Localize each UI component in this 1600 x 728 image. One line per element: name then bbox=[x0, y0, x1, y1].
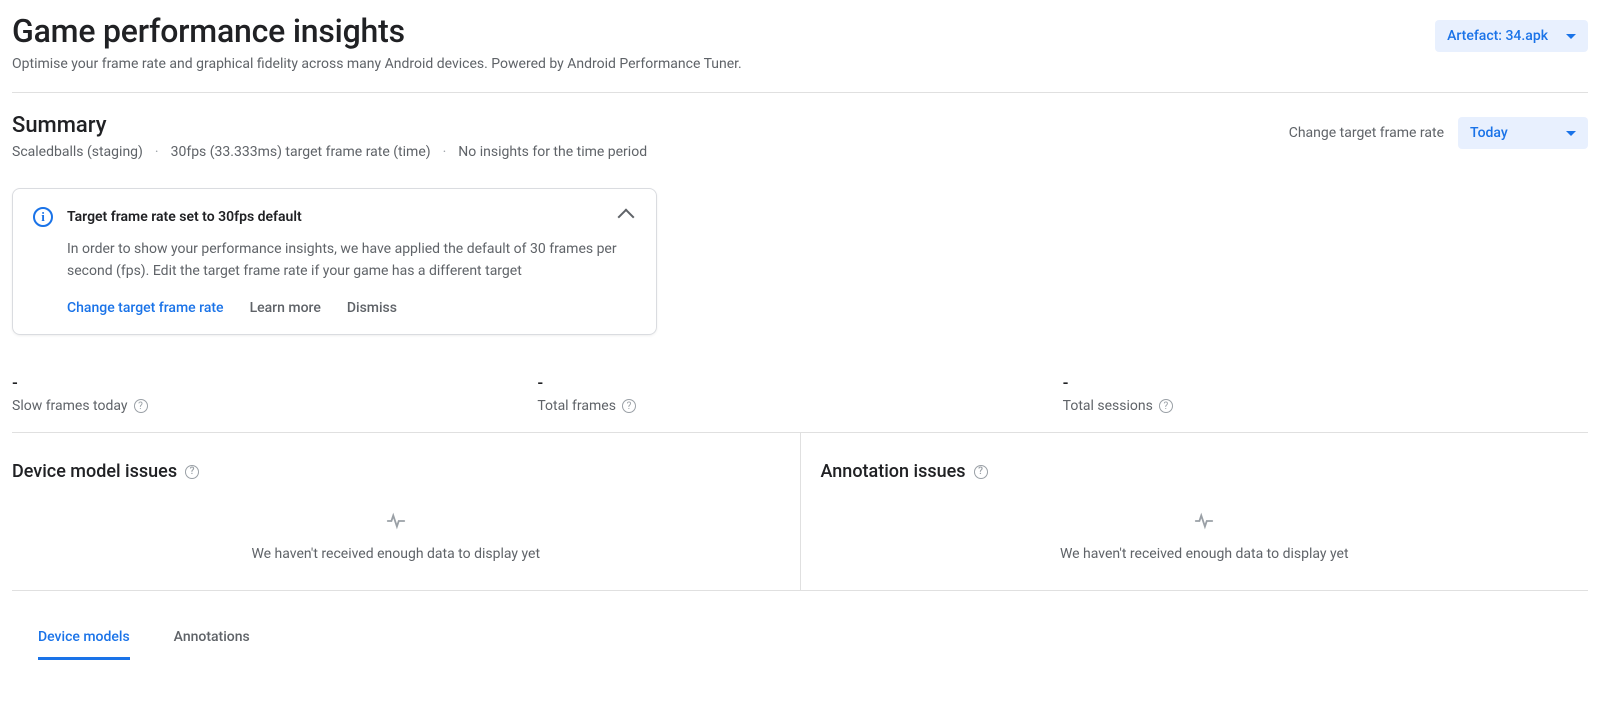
dismiss-button[interactable]: Dismiss bbox=[347, 300, 397, 316]
summary-status: No insights for the time period bbox=[458, 144, 647, 160]
change-frame-rate-button[interactable]: Change target frame rate bbox=[67, 300, 224, 316]
stat-value: - bbox=[12, 373, 537, 392]
info-card-title: Target frame rate set to 30fps default bbox=[67, 209, 606, 225]
help-icon[interactable]: ? bbox=[622, 399, 636, 413]
empty-message: We haven't received enough data to displ… bbox=[821, 546, 1589, 562]
artefact-selector[interactable]: Artefact: 34.apk bbox=[1435, 20, 1588, 52]
help-icon[interactable]: ? bbox=[1159, 399, 1173, 413]
change-frame-rate-label: Change target frame rate bbox=[1289, 125, 1444, 141]
info-icon: i bbox=[33, 207, 53, 227]
help-icon[interactable]: ? bbox=[134, 399, 148, 413]
period-selector[interactable]: Today bbox=[1458, 117, 1588, 149]
empty-message: We haven't received enough data to displ… bbox=[12, 546, 780, 562]
tab-device-models[interactable]: Device models bbox=[38, 619, 130, 660]
separator: · bbox=[155, 144, 159, 160]
issues-row: Device model issues ? We haven't receive… bbox=[12, 433, 1588, 591]
stat-value: - bbox=[1063, 373, 1588, 392]
summary-meta: Scaledballs (staging) · 30fps (33.333ms)… bbox=[12, 144, 647, 160]
issue-title: Device model issues bbox=[12, 461, 177, 482]
help-icon[interactable]: ? bbox=[974, 465, 988, 479]
stat-slow-frames: - Slow frames today ? bbox=[12, 373, 537, 414]
summary-project: Scaledballs (staging) bbox=[12, 144, 143, 160]
summary-title: Summary bbox=[12, 113, 647, 138]
device-model-issues: Device model issues ? We haven't receive… bbox=[12, 433, 801, 590]
stat-value: - bbox=[537, 373, 1062, 392]
caret-down-icon bbox=[1566, 34, 1576, 39]
pulse-icon bbox=[385, 510, 407, 536]
stat-label: Slow frames today bbox=[12, 398, 128, 414]
separator: · bbox=[443, 144, 447, 160]
collapse-toggle[interactable] bbox=[618, 209, 635, 226]
issue-title: Annotation issues bbox=[821, 461, 966, 482]
summary-header: Summary Scaledballs (staging) · 30fps (3… bbox=[12, 113, 1588, 160]
pulse-icon bbox=[1193, 510, 1215, 536]
info-card-body: In order to show your performance insigh… bbox=[67, 239, 636, 282]
caret-down-icon bbox=[1566, 131, 1576, 136]
stat-total-sessions: - Total sessions ? bbox=[1063, 373, 1588, 414]
page-header: Game performance insights Optimise your … bbox=[12, 12, 1588, 93]
info-card: i Target frame rate set to 30fps default… bbox=[12, 188, 657, 335]
help-icon[interactable]: ? bbox=[185, 465, 199, 479]
tab-annotations[interactable]: Annotations bbox=[174, 619, 250, 660]
stats-row: - Slow frames today ? - Total frames ? -… bbox=[12, 373, 1588, 433]
stat-total-frames: - Total frames ? bbox=[537, 373, 1062, 414]
stat-label: Total sessions bbox=[1063, 398, 1153, 414]
stat-label: Total frames bbox=[537, 398, 616, 414]
learn-more-button[interactable]: Learn more bbox=[250, 300, 321, 316]
annotation-issues: Annotation issues ? We haven't received … bbox=[801, 433, 1589, 590]
summary-target-fps: 30fps (33.333ms) target frame rate (time… bbox=[171, 144, 431, 160]
page-subtitle: Optimise your frame rate and graphical f… bbox=[12, 56, 742, 72]
page-title: Game performance insights bbox=[12, 12, 742, 50]
period-selected: Today bbox=[1470, 125, 1508, 141]
artefact-label: Artefact: 34.apk bbox=[1447, 28, 1548, 44]
tabs: Device models Annotations bbox=[12, 591, 1588, 660]
